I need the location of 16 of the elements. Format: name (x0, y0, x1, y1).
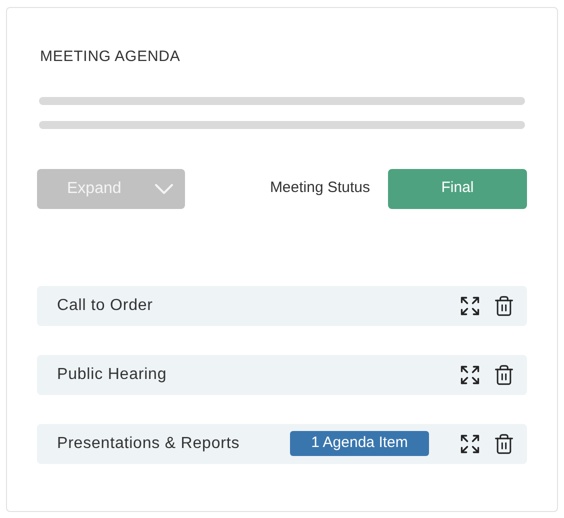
expand-icon[interactable] (459, 432, 481, 454)
agenda-item-title: Presentations & Reports (57, 434, 240, 454)
delete-icon[interactable] (493, 432, 515, 454)
delete-icon[interactable] (493, 364, 515, 386)
agenda-row[interactable]: Call to Order (37, 286, 527, 326)
expand-icon[interactable] (459, 364, 481, 386)
agenda-item-title: Public Hearing (57, 364, 167, 384)
agenda-row[interactable]: Presentations & Reports 1 Agenda Item (37, 424, 527, 464)
agenda-count-badge: 1 Agenda Item (290, 431, 429, 456)
chevron-down-icon (155, 184, 173, 194)
agenda-row[interactable]: Public Hearing (37, 354, 527, 394)
delete-icon[interactable] (493, 294, 515, 316)
status-label: Meeting Stutus (270, 178, 370, 198)
agenda-title: MEETING AGENDA (40, 47, 182, 67)
expand-icon[interactable] (459, 294, 481, 316)
agenda-item-title: Call to Order (57, 296, 153, 316)
